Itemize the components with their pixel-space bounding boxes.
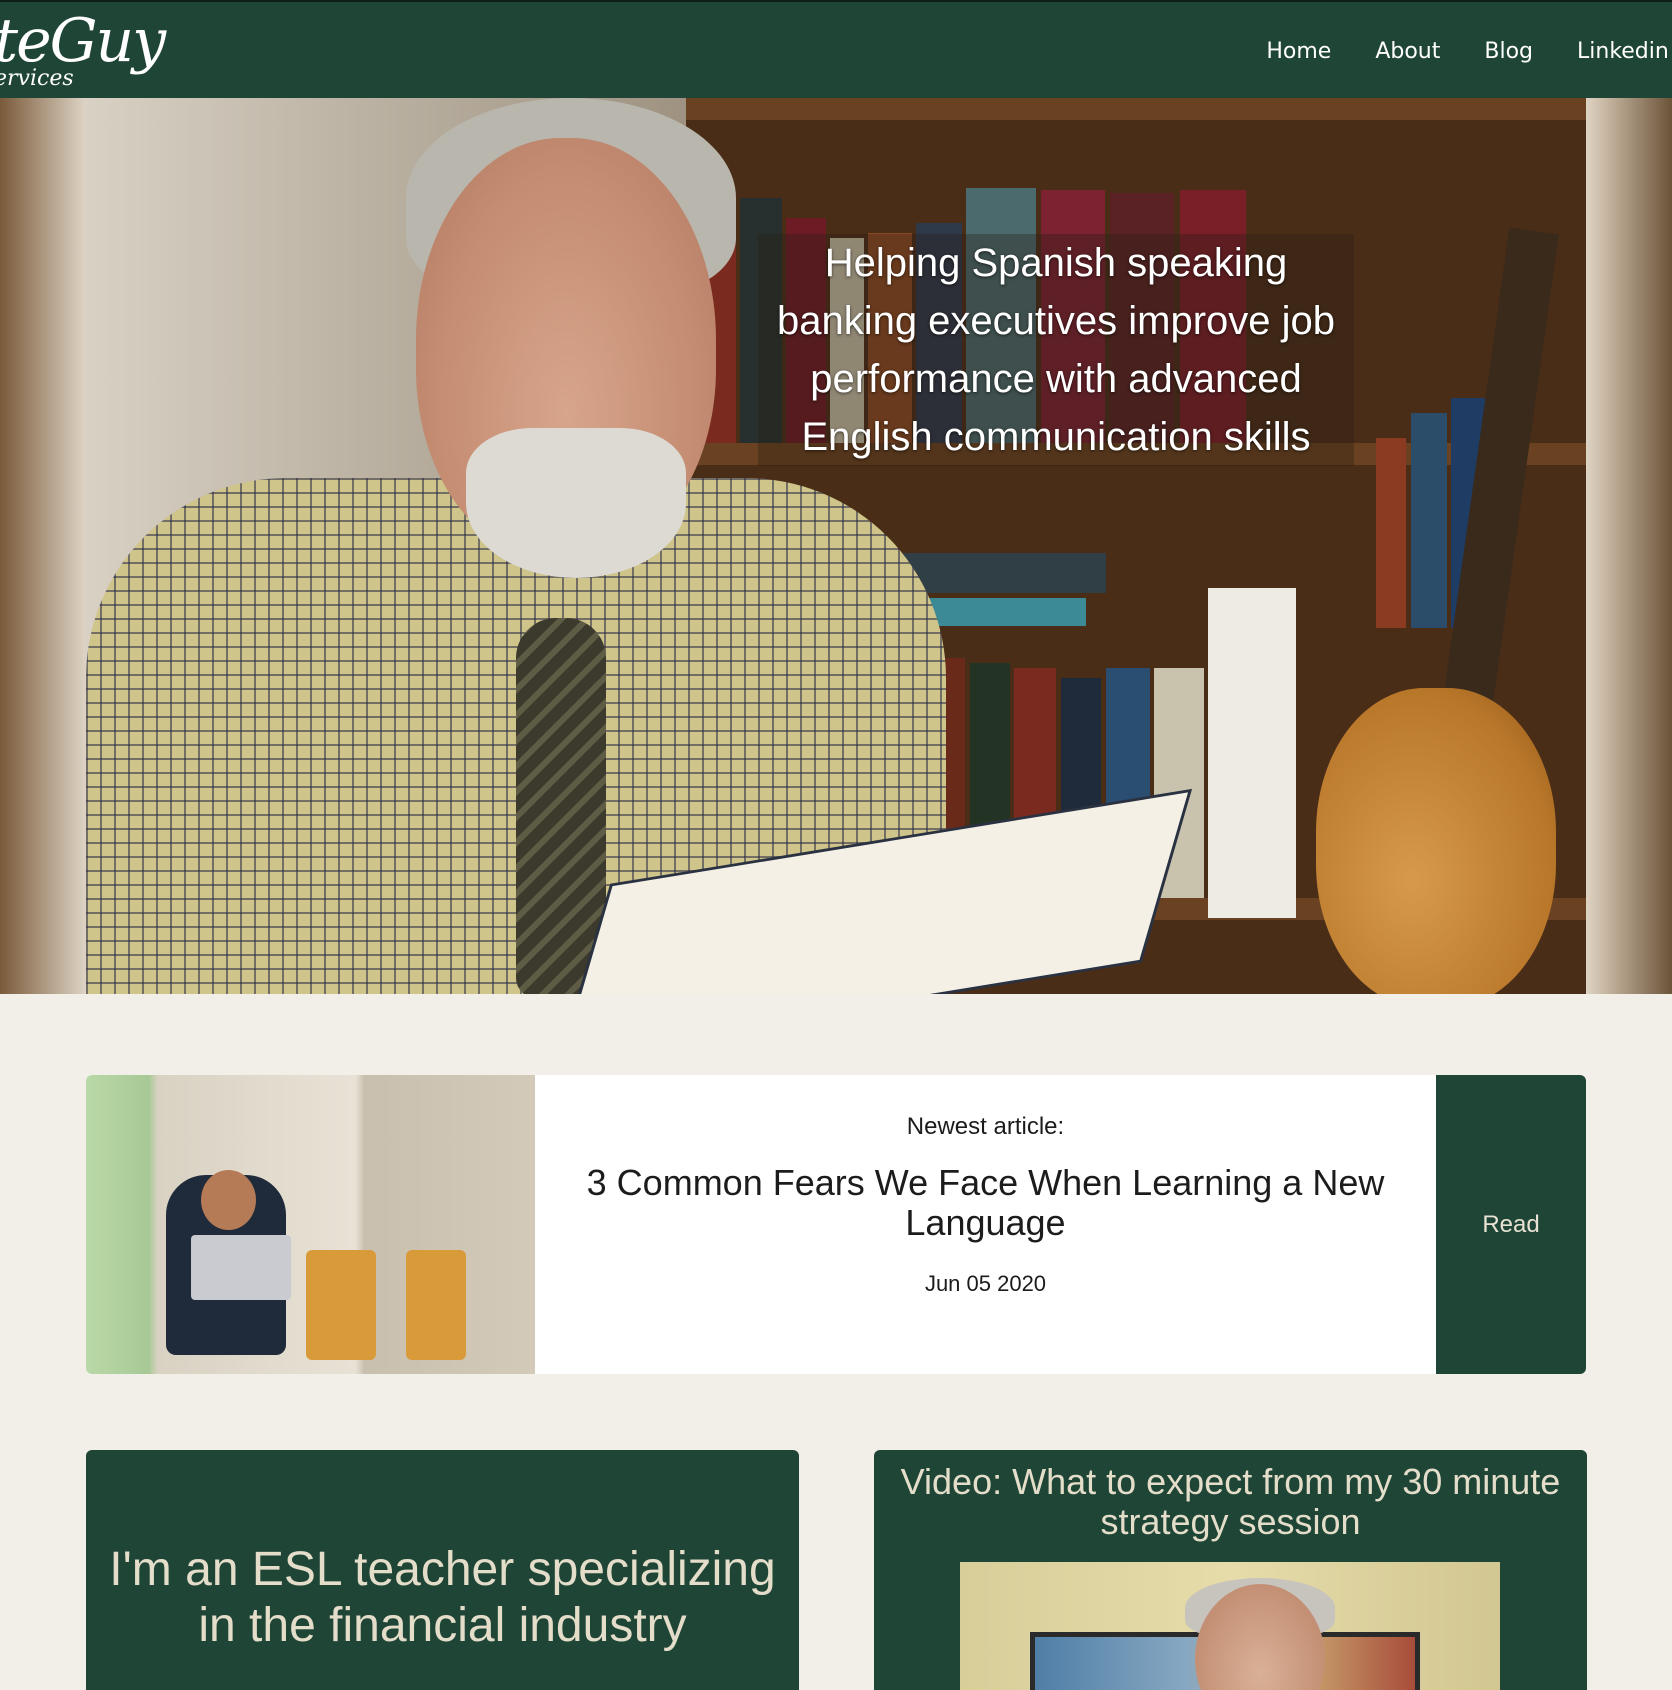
chair xyxy=(306,1250,376,1360)
nav-home[interactable]: Home xyxy=(1244,32,1353,72)
logo-sub-text: ervices xyxy=(0,66,74,91)
top-navigation-bar: teGuy ervices Home About Blog Linkedin xyxy=(0,0,1672,98)
hero-section: Helping Spanish speaking banking executi… xyxy=(0,98,1672,994)
person-tie xyxy=(516,618,606,994)
book xyxy=(1376,438,1406,628)
nav-linkedin[interactable]: Linkedin xyxy=(1555,32,1672,72)
video-title: Video: What to expect from my 30 minute … xyxy=(900,1461,1561,1542)
article-body: Newest article: 3 Common Fears We Face W… xyxy=(535,1075,1436,1374)
article-title[interactable]: 3 Common Fears We Face When Learning a N… xyxy=(575,1163,1396,1243)
shelf-board xyxy=(686,98,1586,120)
article-kicker: Newest article: xyxy=(906,1113,1065,1140)
site-logo[interactable]: teGuy ervices xyxy=(0,6,166,96)
hero-image xyxy=(86,98,1586,994)
hero-tagline: Helping Spanish speaking banking executi… xyxy=(758,234,1354,466)
laptop xyxy=(191,1235,291,1300)
person-beard xyxy=(466,428,686,578)
student-face xyxy=(201,1170,256,1230)
video-card: Video: What to expect from my 30 minute … xyxy=(874,1450,1587,1690)
book xyxy=(1411,413,1447,628)
book xyxy=(1208,588,1296,918)
newest-article-card: Newest article: 3 Common Fears We Face W… xyxy=(86,1075,1586,1374)
chair xyxy=(406,1250,466,1360)
nav-about[interactable]: About xyxy=(1353,32,1462,72)
video-player[interactable] xyxy=(960,1562,1500,1690)
main-nav: Home About Blog Linkedin xyxy=(1244,32,1672,72)
article-date: Jun 05 2020 xyxy=(924,1271,1047,1296)
intro-text: I'm an ESL teacher specializing in the f… xyxy=(109,1543,776,1652)
intro-card: I'm an ESL teacher specializing in the f… xyxy=(86,1450,799,1690)
article-thumbnail xyxy=(86,1075,535,1374)
guitar xyxy=(1316,688,1556,994)
nav-blog[interactable]: Blog xyxy=(1462,32,1555,72)
read-article-button[interactable]: Read xyxy=(1436,1075,1586,1374)
